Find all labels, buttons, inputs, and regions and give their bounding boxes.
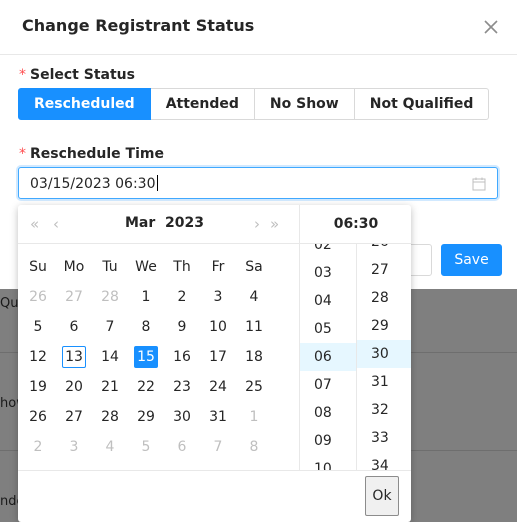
- calendar-day[interactable]: 21: [92, 376, 128, 398]
- hour-option[interactable]: 06: [300, 343, 356, 371]
- required-mark: *: [19, 146, 26, 162]
- calendar-day[interactable]: 5: [128, 436, 164, 458]
- calendar-day[interactable]: 20: [56, 376, 92, 398]
- hour-option[interactable]: 09: [300, 427, 356, 455]
- calendar-day[interactable]: 3: [56, 436, 92, 458]
- calendar-day[interactable]: 28: [92, 286, 128, 308]
- reschedule-date-input[interactable]: 03/15/2023 06:30: [18, 167, 498, 199]
- minute-option[interactable]: 34: [357, 452, 411, 470]
- weekday-label: Tu: [102, 259, 118, 275]
- month-select[interactable]: Mar: [125, 215, 155, 231]
- status-rescheduled-button[interactable]: Rescheduled: [18, 88, 151, 120]
- hour-option[interactable]: 10: [300, 455, 356, 470]
- calendar-day[interactable]: 11: [236, 316, 272, 338]
- calendar-day[interactable]: 10: [200, 316, 236, 338]
- calendar-day[interactable]: 22: [128, 376, 164, 398]
- minute-option[interactable]: 31: [357, 368, 411, 396]
- save-button[interactable]: Save: [441, 244, 502, 276]
- weekday-label: Sa: [245, 259, 263, 275]
- hour-option[interactable]: 03: [300, 259, 356, 287]
- calendar-day[interactable]: 17: [200, 346, 236, 368]
- calendar-day[interactable]: 24: [200, 376, 236, 398]
- hour-option[interactable]: 04: [300, 287, 356, 315]
- calendar-day[interactable]: 16: [164, 346, 200, 368]
- calendar-day[interactable]: 13: [62, 346, 86, 368]
- calendar-day[interactable]: 9: [164, 316, 200, 338]
- status-no-show-button[interactable]: No Show: [254, 88, 355, 120]
- picker-footer: [18, 470, 411, 522]
- year-select[interactable]: 2023: [165, 215, 204, 231]
- calendar-header: « ‹ Mar 2023 › »: [18, 205, 299, 244]
- calendar-day[interactable]: 4: [92, 436, 128, 458]
- date-input-value: 03/15/2023 06:30: [30, 175, 158, 192]
- calendar-day[interactable]: 3: [200, 286, 236, 308]
- minute-option[interactable]: 32: [357, 396, 411, 424]
- calendar-day[interactable]: 12: [20, 346, 56, 368]
- hour-option[interactable]: 08: [300, 399, 356, 427]
- calendar-day[interactable]: 31: [200, 406, 236, 428]
- hour-option[interactable]: 07: [300, 371, 356, 399]
- left-icon[interactable]: ‹: [53, 215, 59, 233]
- weekday-label: Mo: [63, 259, 85, 275]
- calendar-day[interactable]: 25: [236, 376, 272, 398]
- weekday-label: Su: [29, 259, 47, 275]
- required-mark: *: [19, 67, 26, 83]
- weekday-label: Th: [173, 259, 191, 275]
- calendar-day[interactable]: 27: [56, 286, 92, 308]
- calendar-day[interactable]: 28: [92, 406, 128, 428]
- calendar-day[interactable]: 29: [128, 406, 164, 428]
- calendar-day[interactable]: 5: [20, 316, 56, 338]
- minute-option[interactable]: 29: [357, 312, 411, 340]
- calendar-icon[interactable]: [472, 176, 486, 191]
- calendar-day[interactable]: 4: [236, 286, 272, 308]
- status-radio-group: Rescheduled Attended No Show Not Qualifi…: [18, 88, 490, 120]
- status-attended-button[interactable]: Attended: [150, 88, 255, 120]
- double-right-icon[interactable]: »: [270, 215, 279, 233]
- close-icon[interactable]: [481, 17, 501, 37]
- ok-button[interactable]: Ok: [365, 476, 399, 516]
- minute-option[interactable]: 28: [357, 284, 411, 312]
- right-icon[interactable]: ›: [254, 215, 260, 233]
- modal-header: Change Registrant Status: [0, 0, 517, 55]
- date-time-picker: « ‹ Mar 2023 › » Su Mo Tu We Th Fr Sa 26 27 28 1 2…: [18, 205, 411, 522]
- select-status-label: * Select Status: [19, 67, 135, 83]
- minute-option[interactable]: 30: [357, 340, 411, 368]
- calendar-day[interactable]: 26: [20, 286, 56, 308]
- calendar-day[interactable]: 18: [236, 346, 272, 368]
- minute-option[interactable]: 27: [357, 256, 411, 284]
- calendar-day[interactable]: 15: [134, 346, 158, 368]
- calendar-day[interactable]: 2: [20, 436, 56, 458]
- calendar-day[interactable]: 1: [128, 286, 164, 308]
- calendar-day[interactable]: 8: [236, 436, 272, 458]
- calendar-day[interactable]: 14: [92, 346, 128, 368]
- modal-title: Change Registrant Status: [22, 16, 255, 35]
- calendar-title: Mar 2023: [125, 215, 204, 231]
- calendar-day[interactable]: 23: [164, 376, 200, 398]
- time-header: 06:30: [300, 205, 411, 244]
- calendar-day[interactable]: 30: [164, 406, 200, 428]
- calendar-day[interactable]: 6: [164, 436, 200, 458]
- hour-option[interactable]: 05: [300, 315, 356, 343]
- calendar-day[interactable]: 6: [56, 316, 92, 338]
- calendar-day[interactable]: 2: [164, 286, 200, 308]
- status-not-qualified-button[interactable]: Not Qualified: [354, 88, 490, 120]
- calendar-day[interactable]: 8: [128, 316, 164, 338]
- calendar-day[interactable]: 26: [20, 406, 56, 428]
- calendar-day[interactable]: 1: [236, 406, 272, 428]
- calendar-day[interactable]: 27: [56, 406, 92, 428]
- minute-option[interactable]: 26: [357, 244, 411, 256]
- minute-option[interactable]: 33: [357, 424, 411, 452]
- calendar-day[interactable]: 19: [20, 376, 56, 398]
- hour-column[interactable]: 02 03 04 05 06 07 08 09 10: [300, 244, 356, 470]
- hour-option[interactable]: 02: [300, 244, 356, 259]
- time-panel: 06:30 020304050607080910 262728293031323…: [299, 205, 411, 470]
- calendar-day[interactable]: 7: [92, 316, 128, 338]
- weekday-label: Fr: [211, 259, 225, 275]
- minute-column[interactable]: 262728293031323334: [356, 244, 411, 470]
- weekday-label: We: [135, 259, 157, 275]
- calendar-day[interactable]: 7: [200, 436, 236, 458]
- double-left-icon[interactable]: «: [30, 215, 39, 233]
- reschedule-time-label: * Reschedule Time: [19, 146, 164, 162]
